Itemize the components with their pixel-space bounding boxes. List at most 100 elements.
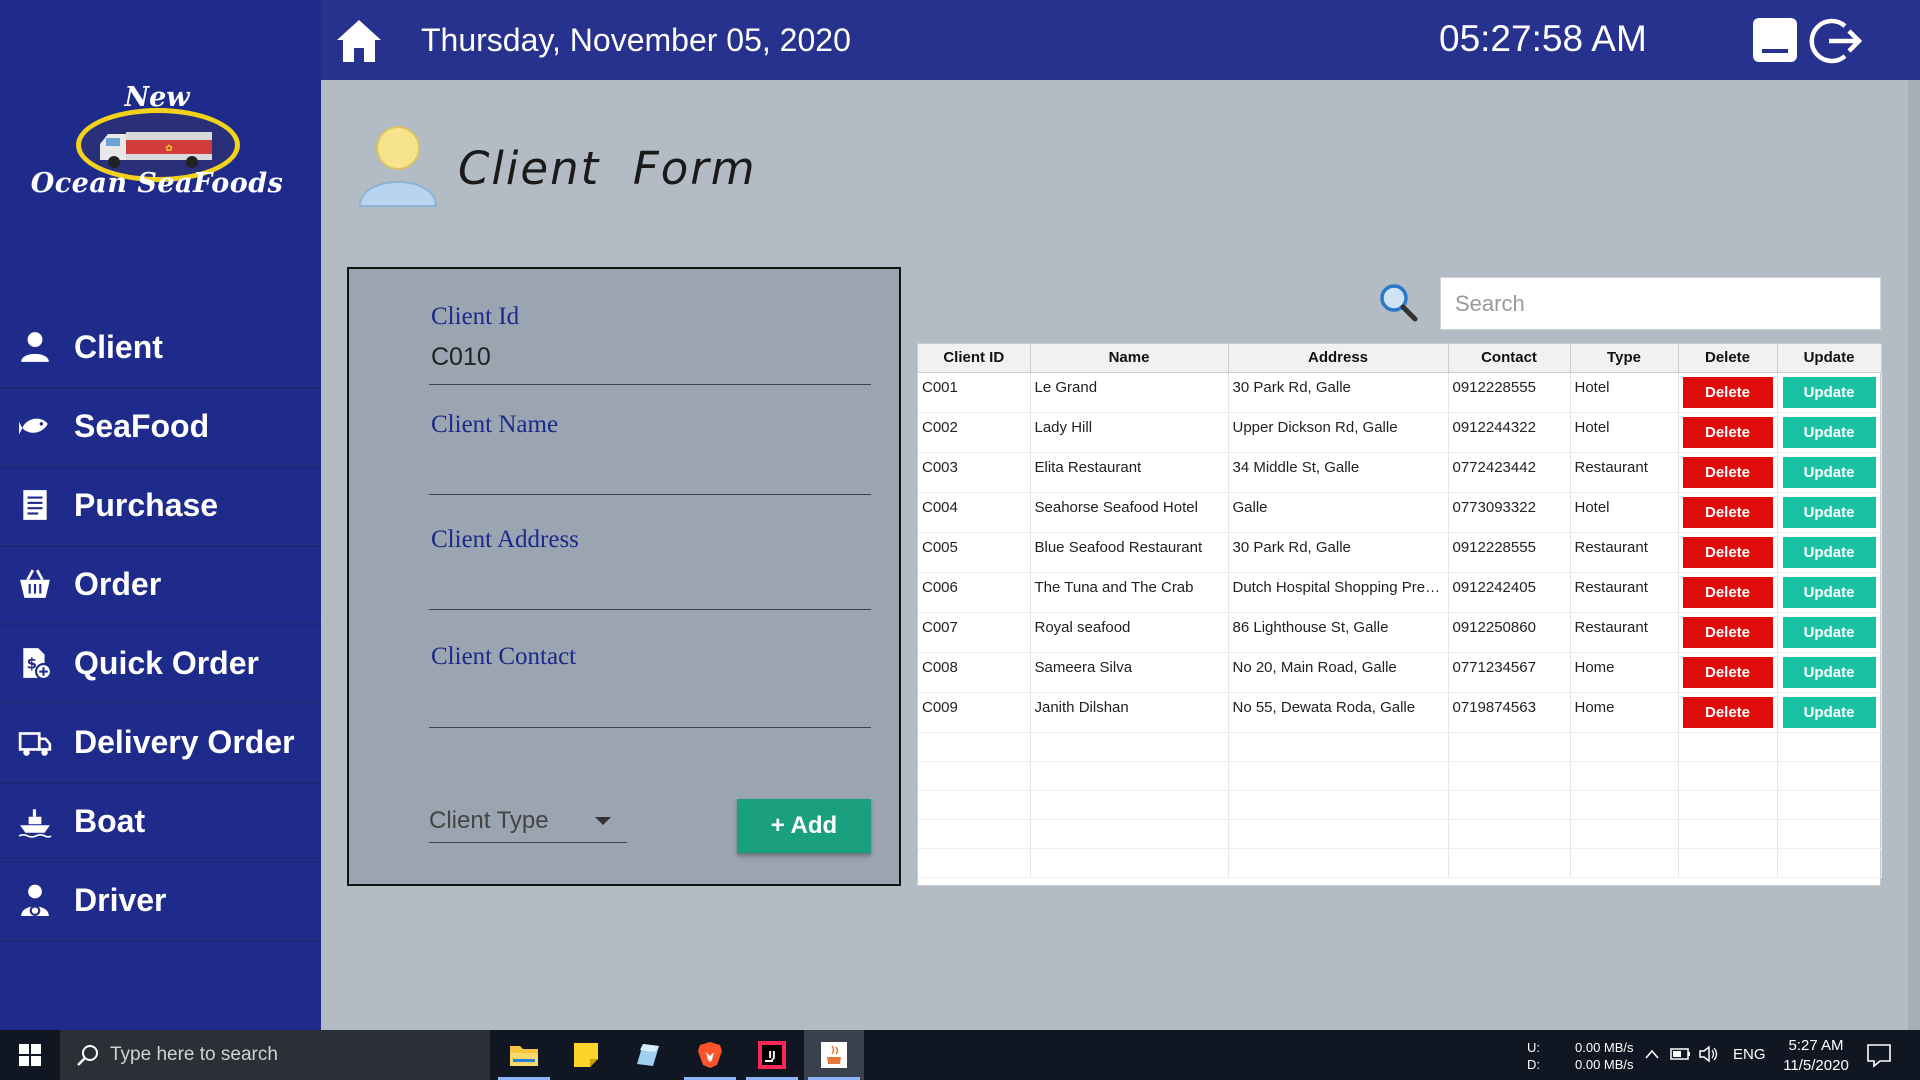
taskbar-sticky-notes[interactable] [556, 1030, 616, 1080]
client-type-dropdown[interactable]: Client Type [429, 799, 627, 843]
taskbar-brave-browser[interactable] [680, 1030, 740, 1080]
delete-button[interactable]: Delete [1682, 656, 1773, 688]
battery-icon[interactable] [1670, 1046, 1692, 1062]
delete-button[interactable]: Delete [1682, 576, 1773, 608]
sidebar-item-purchase[interactable]: Purchase [0, 466, 321, 545]
cell-address: No 20, Main Road, Galle [1228, 652, 1449, 693]
table-row[interactable]: C009 Janith Dilshan No 55, Dewata Roda, … [918, 692, 1882, 733]
update-button[interactable]: Update [1782, 456, 1876, 488]
sidebar-item-client[interactable]: Client [0, 308, 321, 387]
column-header[interactable]: Update [1777, 344, 1882, 373]
column-header[interactable]: Client ID [918, 344, 1031, 373]
table-row[interactable]: C007 Royal seafood 86 Lighthouse St, Gal… [918, 612, 1882, 653]
sidebar-item-delivery-order[interactable]: Delivery Order [0, 703, 321, 782]
table-row[interactable]: C006 The Tuna and The Crab Dutch Hospita… [918, 572, 1882, 613]
brave-icon [698, 1042, 722, 1068]
sidebar-nav: Client SeaFood Purchase Order $ Quick Or… [0, 308, 321, 940]
folder-icon [510, 1046, 538, 1066]
taskbar-search-box[interactable]: Type here to search [60, 1030, 490, 1080]
table-row[interactable]: C001 Le Grand 30 Park Rd, Galle 09122285… [918, 372, 1882, 413]
delete-button[interactable]: Delete [1682, 536, 1773, 568]
cell-contact: 0771234567 [1448, 652, 1571, 693]
client-name-input[interactable] [431, 453, 871, 489]
client-name-underline [429, 494, 871, 495]
delete-button[interactable]: Delete [1682, 696, 1773, 728]
taskbar-app-glass[interactable] [618, 1030, 678, 1080]
volume-icon[interactable] [1698, 1044, 1720, 1064]
cell-contact: 0719874563 [1448, 692, 1571, 733]
table-row[interactable]: C004 Seahorse Seafood Hotel Galle 077309… [918, 492, 1882, 533]
update-button[interactable]: Update [1782, 536, 1876, 568]
start-button[interactable] [0, 1030, 60, 1080]
taskbar-intellij[interactable]: IJ [742, 1030, 802, 1080]
update-button[interactable]: Update [1782, 616, 1876, 648]
cell-name: Le Grand [1030, 372, 1229, 413]
delete-button[interactable]: Delete [1682, 376, 1773, 408]
client-contact-underline [429, 727, 871, 728]
search-icon[interactable] [1378, 282, 1418, 322]
truck-icon: ✿ [100, 132, 212, 168]
update-button[interactable]: Update [1782, 656, 1876, 688]
update-button[interactable]: Update [1782, 496, 1876, 528]
taskbar-clock[interactable]: 5:27 AM 11/5/2020 [1776, 1036, 1856, 1076]
window-scrollbar[interactable] [1908, 80, 1920, 1030]
intellij-icon: IJ [758, 1041, 786, 1069]
empty-row [918, 790, 1882, 820]
home-icon[interactable] [335, 18, 383, 64]
table-row[interactable]: C002 Lady Hill Upper Dickson Rd, Galle 0… [918, 412, 1882, 453]
empty-row [918, 761, 1882, 791]
client-form-panel: Client Id C010 Client Name Client Addres… [347, 267, 901, 886]
sidebar-item-driver[interactable]: Driver [0, 861, 321, 940]
cell-client-id: C007 [918, 612, 1031, 653]
cell-address: 86 Lighthouse St, Galle [1228, 612, 1449, 653]
column-header[interactable]: Contact [1448, 344, 1571, 373]
minimize-button[interactable] [1753, 18, 1797, 62]
client-id-value: C010 [431, 343, 491, 371]
client-address-input[interactable] [431, 569, 871, 605]
table-row[interactable]: C005 Blue Seafood Restaurant 30 Park Rd,… [918, 532, 1882, 573]
cell-type: Home [1570, 692, 1679, 733]
update-button[interactable]: Update [1782, 576, 1876, 608]
delete-button[interactable]: Delete [1682, 496, 1773, 528]
table-row[interactable]: C008 Sameera Silva No 20, Main Road, Gal… [918, 652, 1882, 693]
cell-contact: 0912242405 [1448, 572, 1571, 613]
sidebar-item-seafood[interactable]: SeaFood [0, 387, 321, 466]
taskbar-file-explorer[interactable] [494, 1030, 554, 1080]
language-indicator[interactable]: ENG [1733, 1046, 1766, 1063]
cell-type: Restaurant [1570, 532, 1679, 573]
column-header[interactable]: Type [1570, 344, 1679, 373]
sidebar-item-boat[interactable]: Boat [0, 782, 321, 861]
table-row[interactable]: C003 Elita Restaurant 34 Middle St, Gall… [918, 452, 1882, 493]
client-id-underline [429, 384, 871, 385]
empty-row [918, 819, 1882, 849]
sidebar-item-quick-order[interactable]: $ Quick Order [0, 624, 321, 703]
taskbar-java-app[interactable] [804, 1030, 864, 1080]
clients-table: Client ID Name Address Contact Type Dele… [917, 343, 1882, 886]
update-button[interactable]: Update [1782, 416, 1876, 448]
svg-text:IJ: IJ [768, 1050, 775, 1061]
cell-name: Janith Dilshan [1030, 692, 1229, 733]
logout-icon[interactable] [1809, 14, 1863, 68]
sidebar-item-label: Delivery Order [74, 723, 295, 760]
column-header[interactable]: Delete [1678, 344, 1778, 373]
column-header[interactable]: Name [1030, 344, 1229, 373]
notification-icon[interactable] [1866, 1042, 1892, 1068]
add-client-button[interactable]: + Add [737, 799, 871, 853]
search-input[interactable] [1440, 277, 1881, 330]
chevron-up-icon[interactable] [1644, 1048, 1660, 1060]
update-button[interactable]: Update [1782, 696, 1876, 728]
delete-button[interactable]: Delete [1682, 456, 1773, 488]
cell-type: Restaurant [1570, 612, 1679, 653]
delete-button[interactable]: Delete [1682, 416, 1773, 448]
update-button[interactable]: Update [1782, 376, 1876, 408]
cell-contact: 0912228555 [1448, 532, 1571, 573]
cell-contact: 0912244322 [1448, 412, 1571, 453]
sticky-note-icon [574, 1043, 598, 1067]
client-contact-input[interactable] [431, 685, 871, 721]
cell-client-id: C002 [918, 412, 1031, 453]
cell-name: Lady Hill [1030, 412, 1229, 453]
delivery-truck-icon [16, 723, 54, 761]
delete-button[interactable]: Delete [1682, 616, 1773, 648]
sidebar-item-order[interactable]: Order [0, 545, 321, 624]
column-header[interactable]: Address [1228, 344, 1449, 373]
